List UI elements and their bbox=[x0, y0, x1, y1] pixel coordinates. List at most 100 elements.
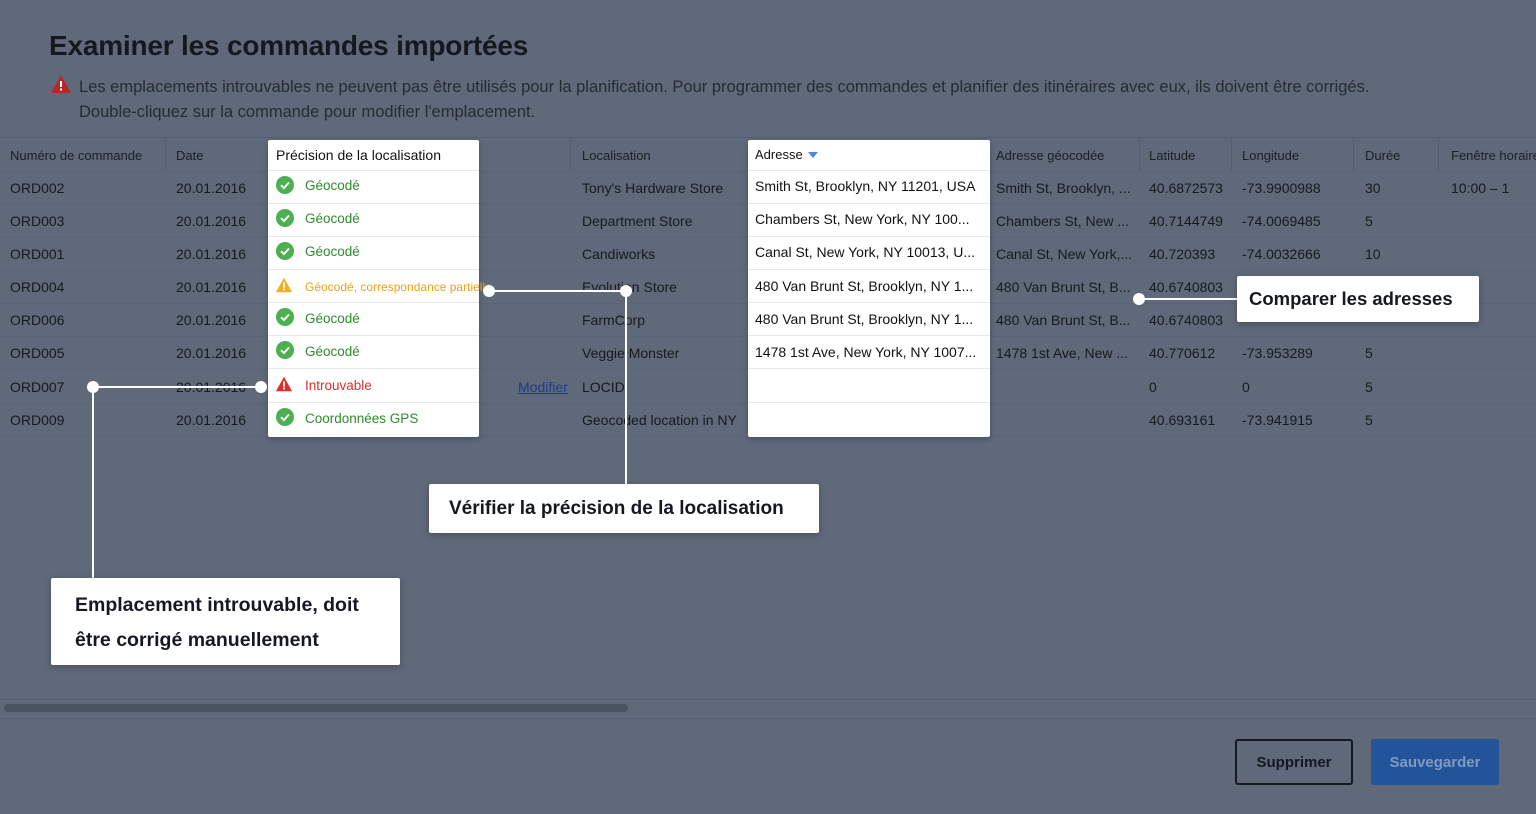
divider bbox=[748, 368, 990, 369]
order-id: ORD002 bbox=[10, 180, 65, 196]
divider bbox=[268, 368, 479, 369]
divider bbox=[748, 236, 990, 237]
callout-connector bbox=[489, 290, 626, 292]
order-id: ORD004 bbox=[10, 279, 65, 295]
divider bbox=[268, 302, 479, 303]
divider bbox=[268, 236, 479, 237]
modifier-link[interactable]: Modifier bbox=[518, 379, 568, 395]
address-cell: 480 Van Brunt St, Brooklyn, NY 1... bbox=[755, 278, 974, 294]
address-cell: 480 Van Brunt St, Brooklyn, NY 1... bbox=[755, 311, 974, 327]
check-circle-icon bbox=[276, 242, 294, 260]
longitude: -74.0069485 bbox=[1242, 213, 1321, 229]
longitude: 0 bbox=[1242, 379, 1250, 395]
col-header-order[interactable]: Numéro de commande bbox=[10, 148, 142, 163]
latitude: 40.693161 bbox=[1149, 412, 1216, 428]
column-divider bbox=[1353, 138, 1354, 171]
divider bbox=[748, 402, 990, 403]
order-date: 20.01.2016 bbox=[176, 412, 247, 428]
geocoded-address: Smith St, Brooklyn, ... bbox=[996, 180, 1131, 196]
duration: 10 bbox=[1365, 246, 1381, 262]
longitude: -73.9900988 bbox=[1242, 180, 1321, 196]
status-label: Géocodé bbox=[305, 211, 360, 226]
geocoded-address: 480 Van Brunt St, B... bbox=[996, 312, 1131, 328]
col-header-window[interactable]: Fenêtre horaire bbox=[1451, 148, 1536, 163]
order-id: ORD003 bbox=[10, 213, 65, 229]
status-label: Géocodé bbox=[305, 244, 360, 259]
latitude: 40.7144749 bbox=[1149, 213, 1223, 229]
col-header-latitude[interactable]: Latitude bbox=[1149, 148, 1195, 163]
divider bbox=[748, 269, 990, 270]
callout-connector bbox=[625, 291, 627, 484]
horizontal-scrollbar-thumb[interactable] bbox=[4, 704, 628, 712]
location-name: Veggie Monster bbox=[582, 345, 680, 361]
status-label: Géocodé bbox=[305, 178, 360, 193]
callout-compare-text: Comparer les adresses bbox=[1249, 288, 1453, 309]
longitude: -73.941915 bbox=[1242, 412, 1313, 428]
location-name: LOCID bbox=[582, 379, 625, 395]
column-divider bbox=[1438, 138, 1439, 171]
time-window: 10:00 – 1 bbox=[1451, 180, 1510, 196]
address-cell: Canal St, New York, NY 10013, U... bbox=[755, 244, 975, 260]
col-header-geocoded[interactable]: Adresse géocodée bbox=[996, 148, 1104, 163]
callout-verify-text: Vérifier la précision de la localisation bbox=[449, 498, 784, 519]
callout-compare-addresses: Comparer les adresses bbox=[1237, 276, 1479, 322]
column-divider bbox=[165, 138, 166, 171]
callout-manual-line-2: être corrigé manuellement bbox=[75, 629, 319, 651]
address-cell: Smith St, Brooklyn, NY 11201, USA bbox=[755, 178, 976, 194]
sort-down-icon[interactable] bbox=[808, 152, 818, 159]
geocoded-address: 480 Van Brunt St, B... bbox=[996, 279, 1131, 295]
col-header-duration[interactable]: Durée bbox=[1365, 148, 1400, 163]
order-id: ORD007 bbox=[10, 379, 65, 395]
column-divider bbox=[1231, 138, 1232, 171]
location-name: Tony's Hardware Store bbox=[582, 180, 724, 196]
callout-verify-precision: Vérifier la précision de la localisation bbox=[429, 484, 819, 533]
warning-icon bbox=[51, 75, 71, 93]
geocoded-address: Canal St, New York,... bbox=[996, 246, 1133, 262]
latitude: 40.770612 bbox=[1149, 345, 1216, 361]
column-divider bbox=[570, 138, 571, 171]
status-label: Introuvable bbox=[305, 378, 372, 393]
location-name: Candiworks bbox=[582, 246, 656, 262]
geocoded-address: Chambers St, New ... bbox=[996, 213, 1130, 229]
col-header-date[interactable]: Date bbox=[176, 148, 203, 163]
check-circle-icon bbox=[276, 408, 294, 426]
save-button[interactable]: Sauvegarder bbox=[1371, 739, 1499, 785]
geocoded-address: 1478 1st Ave, New ... bbox=[996, 345, 1129, 361]
order-id: ORD005 bbox=[10, 345, 65, 361]
duration: 5 bbox=[1365, 345, 1373, 361]
order-date: 20.01.2016 bbox=[176, 312, 247, 328]
check-circle-icon bbox=[276, 176, 294, 194]
order-date: 20.01.2016 bbox=[176, 246, 247, 262]
callout-manual-line-1: Emplacement introuvable, doit bbox=[75, 594, 359, 616]
callout-connector bbox=[92, 387, 94, 578]
delete-button[interactable]: Supprimer bbox=[1235, 739, 1353, 785]
latitude: 40.720393 bbox=[1149, 246, 1216, 262]
divider bbox=[748, 170, 990, 171]
notice-line-2: Double-cliquez sur la commande pour modi… bbox=[79, 103, 536, 121]
longitude: -73.953289 bbox=[1242, 345, 1313, 361]
order-id: ORD006 bbox=[10, 312, 65, 328]
divider bbox=[268, 203, 479, 204]
status-label: Géocodé, correspondance partielle bbox=[305, 280, 492, 294]
divider bbox=[268, 269, 479, 270]
callout-connector bbox=[93, 386, 261, 388]
col-header-location[interactable]: Localisation bbox=[582, 148, 651, 163]
latitude: 0 bbox=[1149, 379, 1157, 395]
col-header-longitude[interactable]: Longitude bbox=[1242, 148, 1299, 163]
order-date: 20.01.2016 bbox=[176, 213, 247, 229]
callout-connector bbox=[1139, 298, 1237, 300]
col-header-address[interactable]: Adresse bbox=[755, 147, 803, 162]
order-id: ORD009 bbox=[10, 412, 65, 428]
divider bbox=[268, 170, 479, 171]
column-divider bbox=[1139, 138, 1140, 171]
order-date: 20.01.2016 bbox=[176, 279, 247, 295]
col-header-precision[interactable]: Précision de la localisation bbox=[276, 147, 441, 163]
divider bbox=[748, 203, 990, 204]
location-name: FarmCorp bbox=[582, 312, 646, 328]
check-circle-icon bbox=[276, 308, 294, 326]
address-cell: Chambers St, New York, NY 100... bbox=[755, 211, 970, 227]
divider bbox=[748, 335, 990, 336]
divider bbox=[268, 402, 479, 403]
page-title: Examiner les commandes importées bbox=[49, 30, 529, 61]
callout-anchor-dot bbox=[255, 381, 267, 393]
